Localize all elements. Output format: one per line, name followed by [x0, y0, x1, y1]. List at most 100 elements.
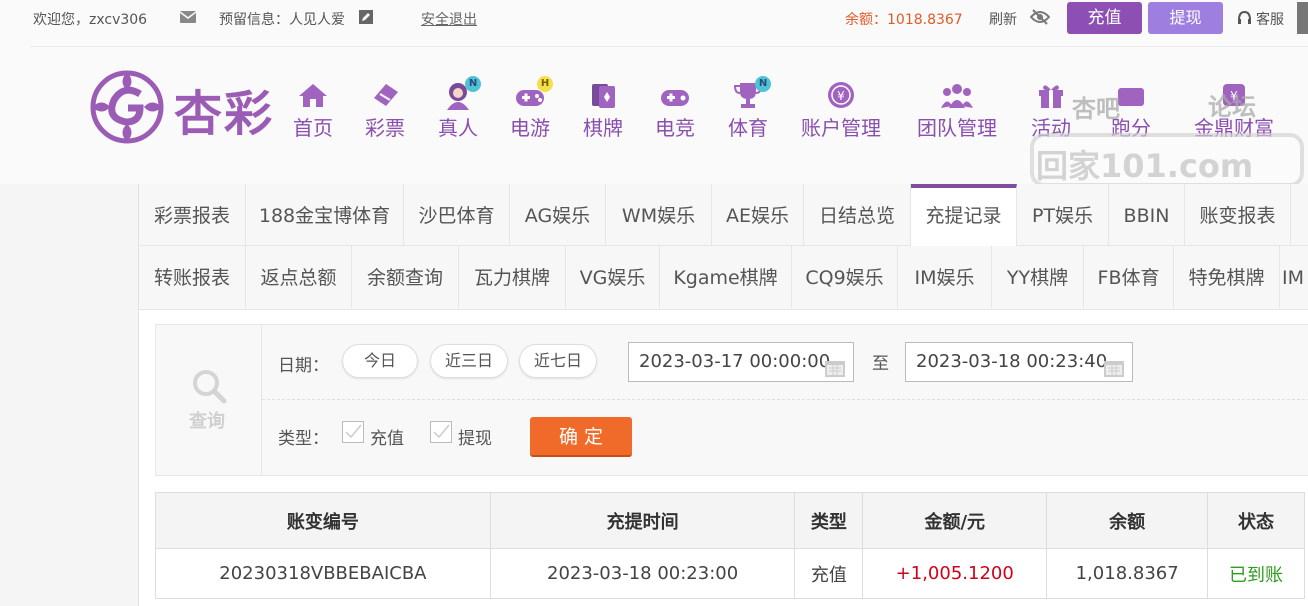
query-label: 查询 [189, 411, 225, 432]
nav-team[interactable]: 团队管理 [913, 80, 1001, 141]
tab-ae[interactable]: AE娱乐 [712, 184, 804, 246]
tab-deposit-withdraw-records[interactable]: 充提记录 [911, 184, 1017, 246]
type-label: 类型： [278, 429, 329, 449]
esports-icon [658, 80, 692, 110]
tab-saba-sports[interactable]: 沙巴体育 [404, 184, 510, 246]
ticket-icon [368, 80, 402, 110]
query-section[interactable]: 查询 [156, 325, 262, 475]
nav-live[interactable]: N 真人 [435, 76, 481, 141]
end-date-input[interactable]: 2023-03-18 00:23:40 [905, 342, 1133, 382]
record-amount: +1,005.1200 [862, 548, 1048, 599]
tab-wali-chess[interactable]: 瓦力棋牌 [459, 246, 566, 308]
tab-transfer-report[interactable]: 转账报表 [139, 246, 246, 308]
record-status: 已到账 [1207, 548, 1305, 599]
three-days-button[interactable]: 近三日 [430, 344, 508, 378]
record-id: 20230318VBBEBAICBA [155, 548, 491, 599]
nav-account[interactable]: ¥ 账户管理 [797, 80, 885, 141]
logo-text: 杏彩 [174, 86, 275, 142]
logo-emblem-icon [90, 70, 164, 144]
deposit-button[interactable]: 充值 [1067, 2, 1142, 34]
withdraw-checkbox[interactable] [430, 421, 452, 443]
edit-icon[interactable] [359, 10, 373, 28]
col-header[interactable]: 充提时间 [489, 492, 796, 549]
logout-link[interactable]: 安全退出 [421, 9, 477, 29]
header: 杏彩 首页 彩票 N 真人 H 电游 棋牌 电竞 N 体育 ¥ 账户管理 团队管… [0, 36, 1308, 187]
nav-label: 棋牌 [583, 116, 623, 140]
nav-home[interactable]: 首页 [290, 80, 336, 141]
check-icon [345, 424, 362, 439]
tab-im-more[interactable]: IM [1280, 246, 1308, 308]
record-balance: 1,018.8367 [1046, 548, 1209, 599]
calendar-icon[interactable] [825, 353, 845, 377]
side-button-edge[interactable] [1297, 2, 1308, 34]
tab-row-1: 彩票报表 188金宝博体育 沙巴体育 AG娱乐 WM娱乐 AE娱乐 日结总览 充… [139, 184, 1308, 246]
record-time: 2023-03-18 00:23:00 [489, 548, 796, 599]
nav-chess[interactable]: 棋牌 [580, 80, 626, 141]
tab-rebate-total[interactable]: 返点总额 [246, 246, 352, 308]
start-date-value: 2023-03-17 00:00:00 [639, 351, 831, 372]
nav-sports[interactable]: N 体育 [725, 76, 771, 141]
col-header[interactable]: 状态 [1207, 492, 1305, 549]
reserve-info: 预留信息：人见人爱 [219, 12, 345, 28]
to-label: 至 [872, 354, 889, 374]
service-link[interactable]: 客服 [1256, 9, 1284, 29]
headset-icon[interactable] [1237, 10, 1252, 29]
nav-slots[interactable]: H 电游 [507, 76, 553, 141]
tab-kgame-chess[interactable]: Kgame棋牌 [660, 246, 792, 308]
tab-fb-sports[interactable]: FB体育 [1084, 246, 1174, 308]
tab-lottery-report[interactable]: 彩票报表 [139, 184, 246, 246]
deposit-checkbox-label[interactable]: 充值 [370, 424, 404, 449]
watermark: 杏吧 论坛 回家101.com [1030, 81, 1308, 191]
col-header[interactable]: 金额/元 [862, 492, 1048, 549]
confirm-button[interactable]: 确 定 [530, 417, 632, 457]
withdraw-button[interactable]: 提现 [1148, 2, 1223, 34]
tab-pt[interactable]: PT娱乐 [1017, 184, 1109, 246]
tab-yy-chess[interactable]: YY棋牌 [992, 246, 1084, 308]
main-panel: 彩票报表 188金宝博体育 沙巴体育 AG娱乐 WM娱乐 AE娱乐 日结总览 充… [138, 184, 1308, 606]
watermark-text-left: 杏吧 [1072, 95, 1120, 123]
search-icon [190, 367, 228, 409]
tab-ag[interactable]: AG娱乐 [510, 184, 606, 246]
mail-icon[interactable] [179, 11, 197, 27]
nav-label: 真人 [438, 116, 478, 140]
trophy-icon: N [731, 76, 771, 110]
tab-cq9[interactable]: CQ9娱乐 [792, 246, 898, 308]
withdraw-checkbox-label[interactable]: 提现 [458, 424, 492, 449]
home-icon [296, 80, 330, 110]
tab-daily-summary[interactable]: 日结总览 [804, 184, 911, 246]
nav-label: 首页 [293, 116, 333, 140]
refresh-link[interactable]: 刷新 [989, 9, 1017, 29]
tab-account-change-report[interactable]: 账变报表 [1185, 184, 1291, 246]
col-header[interactable]: 类型 [794, 492, 864, 549]
calendar-icon[interactable] [1104, 353, 1124, 377]
check-icon [433, 424, 450, 439]
tab-im[interactable]: IM娱乐 [898, 246, 992, 308]
col-header[interactable]: 账变编号 [155, 492, 491, 549]
tab-row-2: 转账报表 返点总额 余额查询 瓦力棋牌 VG娱乐 Kgame棋牌 CQ9娱乐 I… [139, 246, 1308, 310]
nav-lottery[interactable]: 彩票 [362, 80, 408, 141]
table-row[interactable]: 20230318VBBEBAICBA 2023-03-18 00:23:00 充… [155, 548, 1305, 599]
tab-balance-query[interactable]: 余额查询 [352, 246, 459, 308]
live-dealer-icon: N [441, 76, 481, 110]
nav-label: 账户管理 [801, 116, 881, 140]
col-header[interactable]: 余额 [1046, 492, 1209, 549]
start-date-input[interactable]: 2023-03-17 00:00:00 [628, 342, 854, 382]
deposit-checkbox[interactable] [342, 421, 364, 443]
date-label: 日期： [278, 356, 329, 376]
hot-badge: H [537, 76, 553, 92]
tab-bbin[interactable]: BBIN [1109, 184, 1185, 246]
nav-label: 电竞 [655, 116, 695, 140]
tab-vg[interactable]: VG娱乐 [566, 246, 660, 308]
tab-temian-chess[interactable]: 特免棋牌 [1174, 246, 1280, 308]
tab-wm[interactable]: WM娱乐 [606, 184, 712, 246]
nav-label: 电游 [510, 116, 550, 140]
welcome-text: 欢迎您，zxcv306 [33, 12, 148, 28]
eye-hidden-icon[interactable] [1029, 9, 1051, 29]
tab-188-sports[interactable]: 188金宝博体育 [246, 184, 404, 246]
filter-divider [262, 399, 1308, 400]
today-button[interactable]: 今日 [342, 344, 418, 378]
logo[interactable]: 杏彩 [88, 68, 272, 150]
nav-esports[interactable]: 电竞 [652, 80, 698, 141]
record-type: 充值 [794, 548, 864, 599]
seven-days-button[interactable]: 近七日 [519, 344, 597, 378]
